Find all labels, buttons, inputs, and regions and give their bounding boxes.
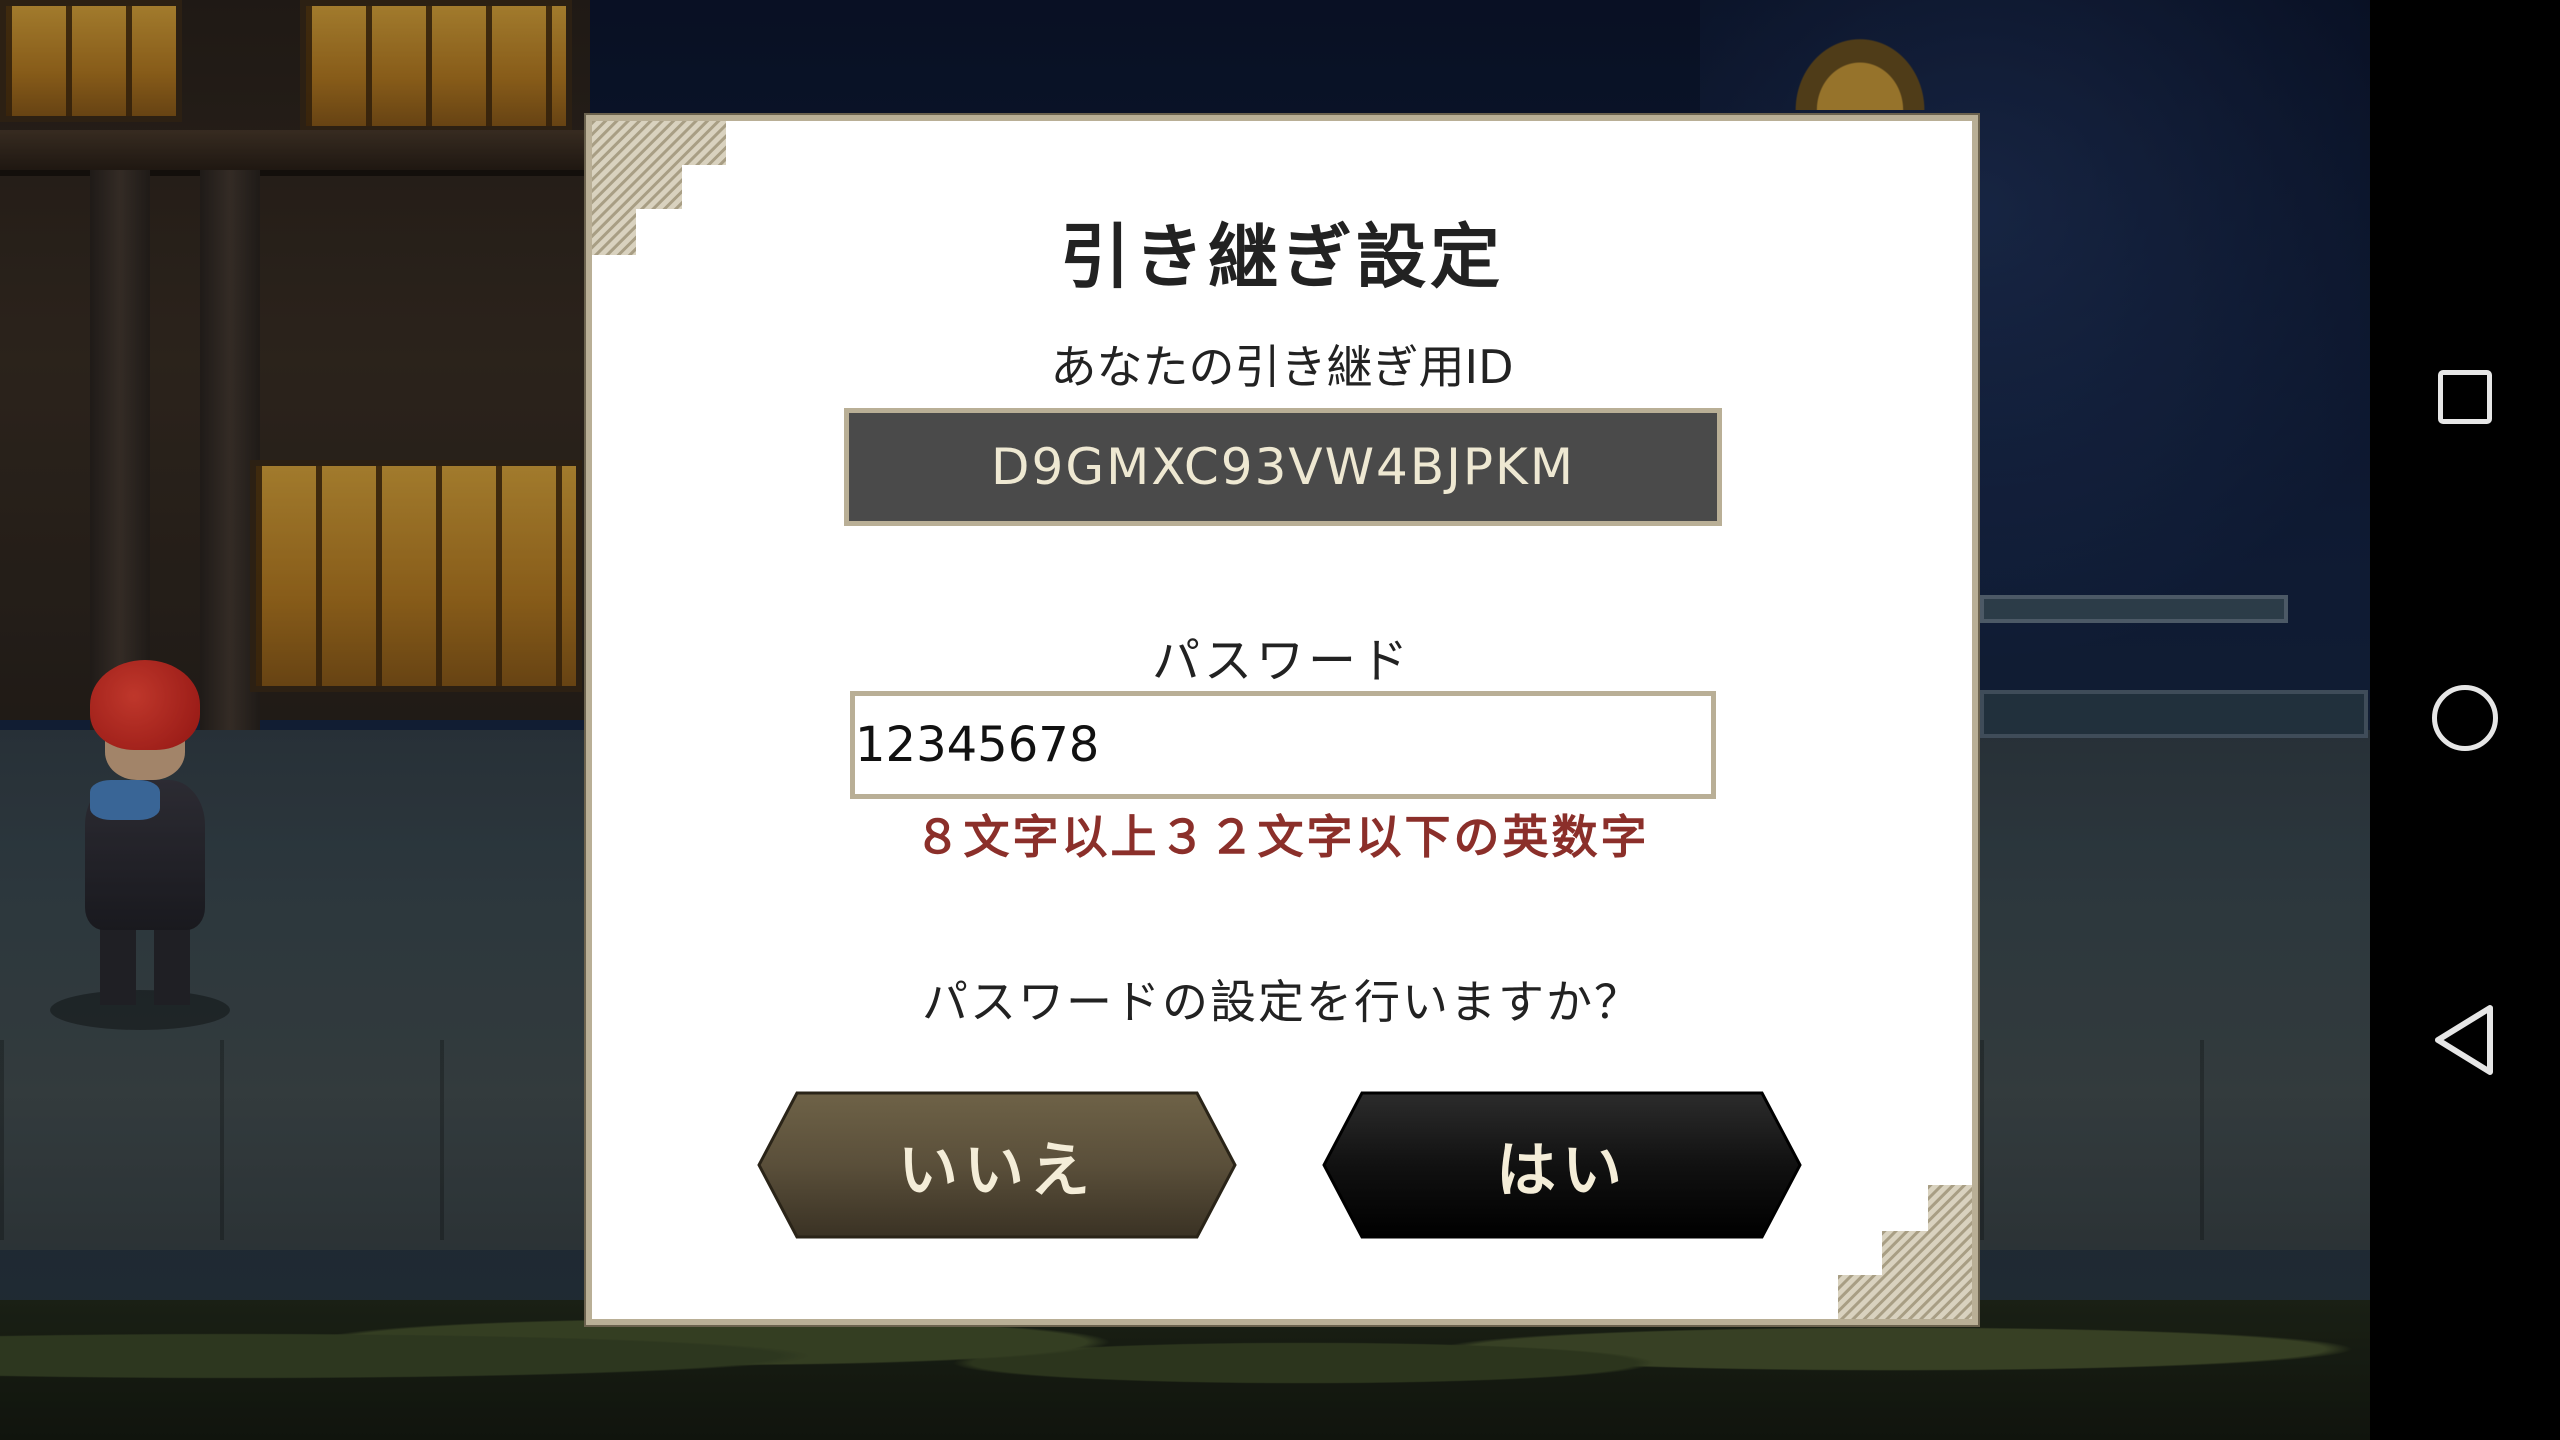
back-triangle-icon[interactable]: [2430, 1000, 2500, 1080]
no-button[interactable]: いいえ: [757, 1091, 1237, 1239]
transfer-id-value: D9GMXC93VW4BJPKM: [844, 408, 1722, 526]
password-label: パスワード: [1151, 633, 1412, 689]
yes-button[interactable]: はい: [1322, 1091, 1802, 1239]
no-button-label: いいえ: [898, 1135, 1096, 1206]
home-circle-icon[interactable]: [2432, 685, 2498, 751]
yes-button-label: はい: [1496, 1135, 1628, 1206]
recents-square-icon[interactable]: [2438, 370, 2492, 424]
navigation-bar: [2370, 0, 2560, 1440]
dialog-title: 引き継ぎ設定: [1060, 216, 1504, 298]
corner-ornament-bottom-right: [1838, 1185, 1972, 1319]
password-input[interactable]: [850, 691, 1716, 799]
transfer-id-label: あなたの引き継ぎ用ID: [1050, 340, 1514, 394]
transfer-settings-dialog: 引き継ぎ設定 あなたの引き継ぎ用ID D9GMXC93VW4BJPKM パスワー…: [586, 115, 1978, 1325]
confirm-question: パスワードの設定を行いますか？: [922, 975, 1642, 1029]
password-hint: ８文字以上３２文字以下の英数字: [914, 810, 1650, 864]
